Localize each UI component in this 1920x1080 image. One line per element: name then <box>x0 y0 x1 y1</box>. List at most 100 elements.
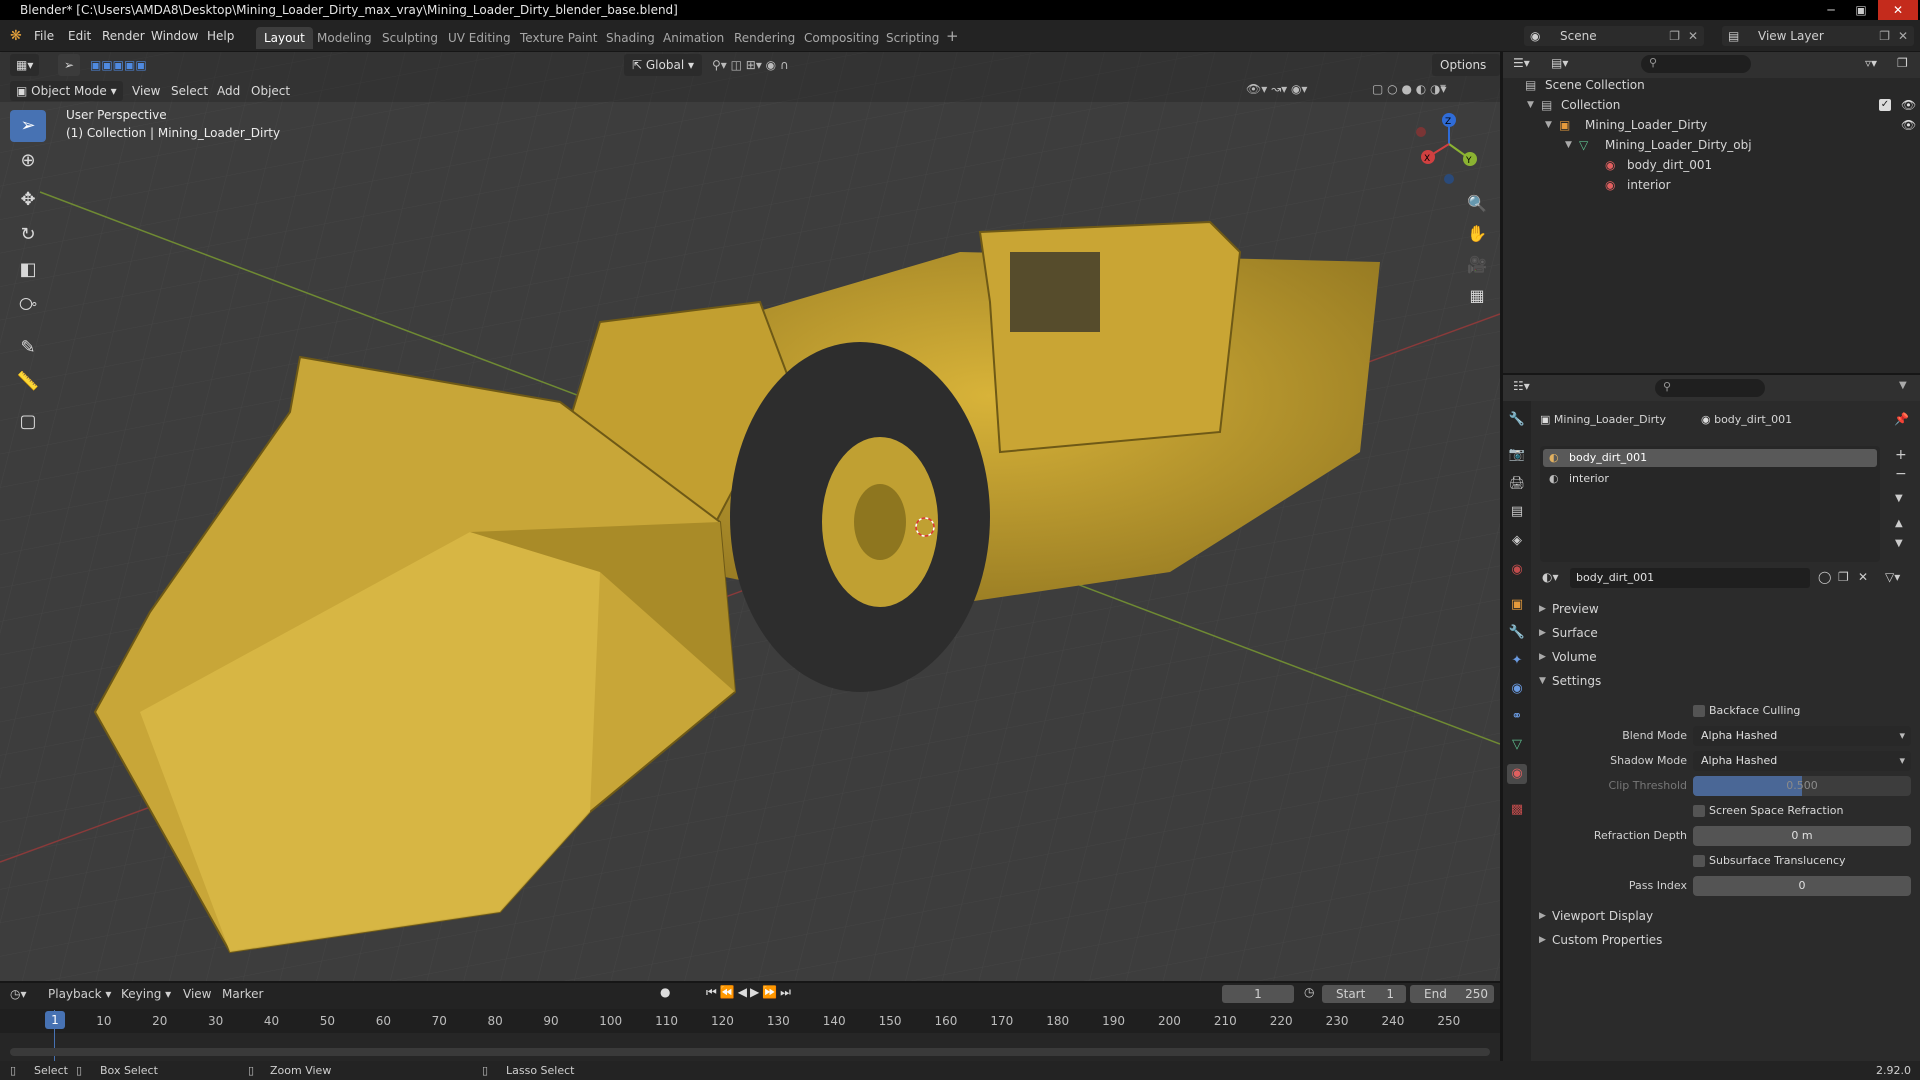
tab-uv-editing[interactable]: UV Editing <box>440 27 519 49</box>
cursor-tool-icon[interactable]: ⊕ <box>10 145 46 177</box>
material-slot[interactable]: ◐ interior <box>1543 470 1877 488</box>
timeline-scrollbar[interactable] <box>10 1048 1490 1056</box>
object-tab-icon[interactable]: ▣ <box>1507 595 1527 615</box>
delete-scene-icon[interactable]: ✕ <box>1688 26 1698 46</box>
pin-icon[interactable]: 📌 <box>1894 412 1909 426</box>
backface-culling-checkbox[interactable] <box>1693 705 1705 717</box>
modifier-tab-icon[interactable]: 🔧 <box>1507 623 1527 643</box>
eye-icon[interactable]: 👁 <box>1901 115 1916 135</box>
playback-dropdown[interactable]: Playback ▾ <box>44 986 115 1002</box>
visibility-overlay-icons[interactable]: 👁▾ ↝▾ ◉▾ <box>1246 81 1307 97</box>
outliner-item-mining-loader-dirty-obj[interactable]: ▼ ▽ Mining_Loader_Dirty_obj <box>1503 135 1920 155</box>
add-slot-icon[interactable]: + <box>1895 447 1907 463</box>
exclude-checkbox[interactable]: ✓ <box>1879 99 1891 111</box>
remove-slot-icon[interactable]: − <box>1895 466 1907 482</box>
current-frame-field[interactable]: 1 <box>1222 985 1294 1003</box>
outliner-item-collection[interactable]: ▼ ▤ Collection ✓ 👁 <box>1503 95 1920 115</box>
move-tool-icon[interactable]: ✥ <box>10 184 46 216</box>
playback-controls-icons[interactable]: ⏮⏪◀▶⏩⏭ <box>706 985 794 1000</box>
view-layer-selector[interactable]: ▤ View Layer ❐ ✕ <box>1722 26 1914 46</box>
camera-view-icon[interactable]: 🎥 <box>1463 251 1491 279</box>
keying-dropdown[interactable]: Keying ▾ <box>117 986 175 1002</box>
pass-index-field[interactable]: 0 <box>1693 876 1911 896</box>
scene-tab-icon[interactable]: ◈ <box>1507 531 1527 551</box>
tab-texture-paint[interactable]: Texture Paint <box>512 27 605 49</box>
outliner-editor-icon[interactable]: ☰▾ <box>1513 56 1530 70</box>
panel-viewport-display[interactable]: ▶ Viewport Display <box>1536 905 1914 927</box>
maximize-icon[interactable]: ▣ <box>1848 0 1874 20</box>
display-mode-icon[interactable]: ▤▾ <box>1551 56 1568 70</box>
transform-orientation-dropdown[interactable]: ⇱ Global ▾ <box>624 54 702 76</box>
timeline-menu-view[interactable]: View <box>183 987 211 1001</box>
outliner-item-interior[interactable]: ◉ interior <box>1503 175 1920 195</box>
start-frame-field[interactable]: Start 1 <box>1322 985 1406 1003</box>
timeline-menu-marker[interactable]: Marker <box>222 987 263 1001</box>
menu-file[interactable]: File <box>34 27 54 45</box>
select-box-tool-icon[interactable]: ➢ <box>10 110 46 142</box>
selection-mode-icons[interactable]: ▣▣▣▣▣ <box>90 54 147 76</box>
panel-preview[interactable]: ▶ Preview <box>1536 598 1914 620</box>
delete-view-layer-icon[interactable]: ✕ <box>1898 26 1908 46</box>
menu-window[interactable]: Window <box>151 27 198 45</box>
material-name-field[interactable]: body_dirt_001 <box>1570 568 1810 588</box>
panel-custom-properties[interactable]: ▶ Custom Properties <box>1536 929 1914 951</box>
browse-material-icon[interactable]: ◐▾ <box>1542 570 1559 584</box>
shading-mode-icons[interactable]: ▢ ○ ● ◐ ◑▾ <box>1372 81 1447 97</box>
tab-layout[interactable]: Layout <box>256 27 313 49</box>
end-frame-field[interactable]: End 250 <box>1410 985 1494 1003</box>
chevron-down-icon[interactable]: ▼ <box>1899 380 1907 391</box>
tab-sculpting[interactable]: Sculpting <box>374 27 446 49</box>
render-tab-icon[interactable]: 📷 <box>1507 445 1527 465</box>
clip-threshold-slider[interactable]: 0.500 <box>1693 776 1911 796</box>
output-tab-icon[interactable]: 🖨 <box>1507 474 1527 494</box>
outliner-item-body-dirt-001[interactable]: ◉ body_dirt_001 <box>1503 155 1920 175</box>
transform-tool-icon[interactable]: ⧂ <box>10 289 46 321</box>
filter-icon[interactable]: ▿▾ <box>1865 56 1877 70</box>
duplicate-icon[interactable]: ❐ <box>1838 570 1849 584</box>
rotate-tool-icon[interactable]: ↻ <box>10 219 46 251</box>
editor-type-icon[interactable]: ▦▾ <box>10 54 40 76</box>
tab-compositing[interactable]: Compositing <box>796 27 887 49</box>
scene-selector[interactable]: ◉ Scene ❐ ✕ <box>1524 26 1704 46</box>
menu-object[interactable]: Object <box>251 83 290 99</box>
panel-settings[interactable]: ▼ Settings <box>1536 670 1914 692</box>
record-icon[interactable]: ● <box>660 985 670 999</box>
ortho-grid-icon[interactable]: ▦ <box>1463 282 1491 310</box>
physics-tab-icon[interactable]: ◉ <box>1507 679 1527 699</box>
outliner-item-mining-loader-dirty[interactable]: ▼ ▣ Mining_Loader_Dirty 👁 <box>1503 115 1920 135</box>
tab-rendering[interactable]: Rendering <box>726 27 803 49</box>
menu-add[interactable]: Add <box>217 83 240 99</box>
unlink-icon[interactable]: ✕ <box>1858 570 1868 584</box>
blender-logo-icon[interactable]: ❋ <box>10 27 22 45</box>
material-slot-active[interactable]: ◐ body_dirt_001 <box>1543 449 1877 467</box>
slot-specials-icon[interactable]: ▼ <box>1895 493 1903 504</box>
new-view-layer-icon[interactable]: ❐ <box>1879 26 1890 46</box>
pan-hand-icon[interactable]: ✋ <box>1463 220 1491 248</box>
expand-arrow-icon[interactable]: ▼ <box>1527 95 1534 115</box>
zoom-icon[interactable]: 🔍 <box>1463 190 1491 218</box>
select-tool-icon[interactable]: ➢ <box>58 54 80 76</box>
material-tab-icon[interactable]: ◉ <box>1507 764 1527 784</box>
material-datablock-selector[interactable]: ◐▾ body_dirt_001 ◯ ❐ ✕ <box>1540 568 1890 588</box>
close-icon[interactable]: ✕ <box>1878 0 1918 20</box>
new-collection-icon[interactable]: ❐ <box>1897 56 1908 70</box>
timeline-editor-icon[interactable]: ◷▾ <box>10 987 27 1001</box>
outliner-search-input[interactable]: ⚲ <box>1641 55 1751 73</box>
3d-viewport[interactable]: Z Y X User Perspective (1) Collection | … <box>0 52 1500 981</box>
eye-icon[interactable]: 👁 <box>1901 95 1916 115</box>
menu-view[interactable]: View <box>132 83 160 99</box>
menu-help[interactable]: Help <box>207 27 234 45</box>
clock-icon[interactable]: ◷ <box>1304 985 1314 999</box>
add-workspace-icon[interactable]: + <box>946 27 959 45</box>
outliner-item-scene-collection[interactable]: ▤ Scene Collection <box>1503 75 1920 95</box>
properties-search-input[interactable]: ⚲ <box>1655 379 1765 397</box>
move-up-icon[interactable]: ▲ <box>1895 518 1903 529</box>
texture-tab-icon[interactable]: ▩ <box>1507 800 1527 820</box>
refraction-depth-field[interactable]: 0 m <box>1693 826 1911 846</box>
shadow-mode-dropdown[interactable]: Alpha Hashed ▾ <box>1693 751 1911 771</box>
tab-modeling[interactable]: Modeling <box>309 27 380 49</box>
subsurface-translucency-checkbox[interactable] <box>1693 855 1705 867</box>
tab-animation[interactable]: Animation <box>655 27 732 49</box>
tool-tab-icon[interactable]: 🔧 <box>1507 410 1527 430</box>
panel-surface[interactable]: ▶ Surface <box>1536 622 1914 644</box>
